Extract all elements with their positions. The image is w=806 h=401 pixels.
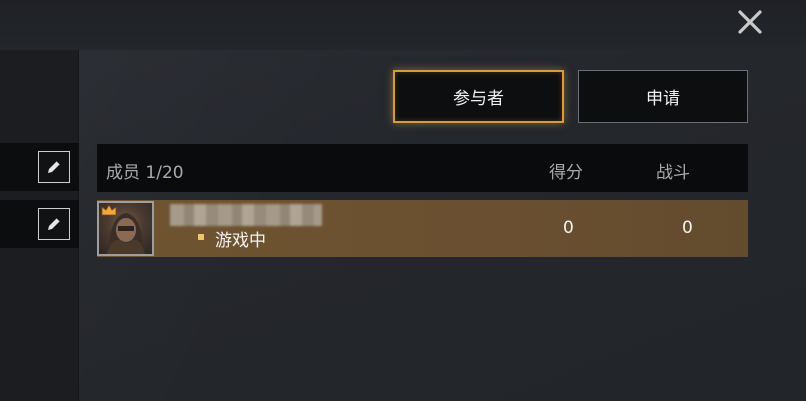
close-icon bbox=[738, 10, 762, 34]
score-value: 0 bbox=[563, 218, 574, 238]
sidebar-row bbox=[0, 200, 79, 248]
table-row[interactable]: 游戏中 0 0 bbox=[97, 200, 748, 257]
battle-value: 0 bbox=[682, 218, 693, 238]
pencil-icon bbox=[48, 217, 61, 230]
crown-icon bbox=[101, 204, 117, 216]
status-dot bbox=[198, 234, 204, 240]
close-button[interactable] bbox=[733, 5, 767, 39]
members-count-header: 成员 1/20 bbox=[106, 163, 184, 183]
sidebar-row bbox=[0, 143, 79, 191]
edit-button[interactable] bbox=[38, 151, 70, 183]
tab-apply-label: 申请 bbox=[646, 89, 680, 109]
left-sidebar bbox=[0, 50, 79, 401]
tab-participants[interactable]: 参与者 bbox=[393, 70, 564, 123]
tab-apply[interactable]: 申请 bbox=[578, 70, 748, 123]
member-table-header: 成员 1/20 得分 战斗 bbox=[97, 144, 748, 192]
edit-button[interactable] bbox=[38, 208, 70, 240]
pencil-icon bbox=[48, 160, 61, 173]
battle-header: 战斗 bbox=[656, 163, 690, 183]
player-name-redacted bbox=[170, 204, 322, 226]
avatar bbox=[97, 201, 154, 256]
player-status: 游戏中 bbox=[215, 231, 266, 251]
top-bar bbox=[0, 0, 806, 50]
tab-participants-label: 参与者 bbox=[453, 89, 504, 109]
score-header: 得分 bbox=[549, 163, 583, 183]
